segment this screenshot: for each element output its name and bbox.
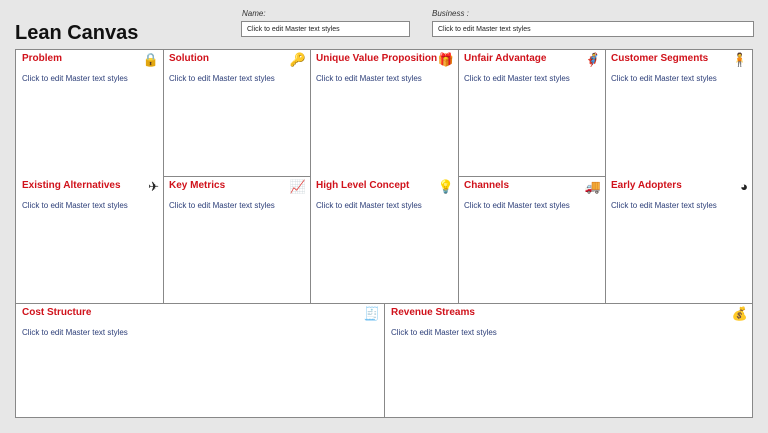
cell-title: Early Adopters [611,180,682,191]
cell-text[interactable]: Click to edit Master text styles [22,74,128,83]
chart-icon: 📈 [289,179,306,194]
name-field[interactable]: Click to edit Master text styles [241,21,410,37]
cell-solution[interactable]: Solution Click to edit Master text styles… [163,50,310,176]
truck-icon: 🚚 [584,179,601,194]
cell-customer-segments[interactable]: Customer Segments Click to edit Master te… [605,50,752,176]
name-label: Name: [242,9,266,18]
cell-revenue-streams[interactable]: Revenue Streams Click to edit Master text… [385,304,752,418]
lock-icon: 🔒 [142,52,159,67]
cell-title: Key Metrics [169,180,226,191]
airplane-icon: ✈ [148,179,159,194]
cell-title: High Level Concept [316,180,410,191]
business-field[interactable]: Click to edit Master text styles [432,21,754,37]
cell-key-metrics[interactable]: Key Metrics Click to edit Master text sty… [163,177,310,303]
cell-text[interactable]: Click to edit Master text styles [22,201,128,210]
cell-text[interactable]: Click to edit Master text styles [316,201,422,210]
cell-text[interactable]: Click to edit Master text styles [316,74,422,83]
cell-problem[interactable]: Problem Click to edit Master text styles 🔒 [16,50,163,176]
money-bag-icon: 💰 [731,306,748,321]
cell-text[interactable]: Click to edit Master text styles [611,74,717,83]
cell-title: Unique Value Proposition [316,53,438,64]
cell-early-adopters[interactable]: Early Adopters Click to edit Master text … [605,177,752,303]
receipt-icon: 🧾 [363,306,380,321]
pie-icon: ◕ [740,179,748,194]
cell-text[interactable]: Click to edit Master text styles [169,201,275,210]
person-icon: 🧍 [731,52,748,67]
cell-text[interactable]: Click to edit Master text styles [391,328,497,337]
cell-unique-value-proposition[interactable]: Unique Value Proposition Click to edit Ma… [310,50,458,176]
cell-text[interactable]: Click to edit Master text styles [464,74,570,83]
cell-unfair-advantage[interactable]: Unfair Advantage Click to edit Master tex… [458,50,605,176]
cell-title: Customer Segments [611,53,709,64]
cell-title: Problem [22,53,63,64]
cell-title: Cost Structure [22,307,92,318]
cell-title: Solution [169,53,209,64]
cell-text[interactable]: Click to edit Master text styles [169,74,275,83]
cell-title: Channels [464,180,510,191]
key-icon: 🔑 [289,52,306,67]
gift-icon: 🎁 [437,52,454,67]
page-title: Lean Canvas [15,22,139,44]
lean-canvas: Problem Click to edit Master text styles 🔒… [15,49,753,418]
cell-cost-structure[interactable]: Cost Structure Click to edit Master text … [16,304,384,418]
cell-text[interactable]: Click to edit Master text styles [22,328,128,337]
superhero-icon: 🦸 [584,52,601,67]
cell-channels[interactable]: Channels Click to edit Master text styles… [458,177,605,303]
cell-text[interactable]: Click to edit Master text styles [611,201,717,210]
cell-title: Existing Alternatives [22,180,121,191]
cell-high-level-concept[interactable]: High Level Concept Click to edit Master t… [310,177,458,303]
cell-existing-alternatives[interactable]: Existing Alternatives Click to edit Maste… [16,177,163,303]
cell-text[interactable]: Click to edit Master text styles [464,201,570,210]
business-label: Business : [432,9,469,18]
lightbulb-icon: 💡 [437,179,454,194]
cell-title: Unfair Advantage [464,53,547,64]
cell-title: Revenue Streams [391,307,475,318]
